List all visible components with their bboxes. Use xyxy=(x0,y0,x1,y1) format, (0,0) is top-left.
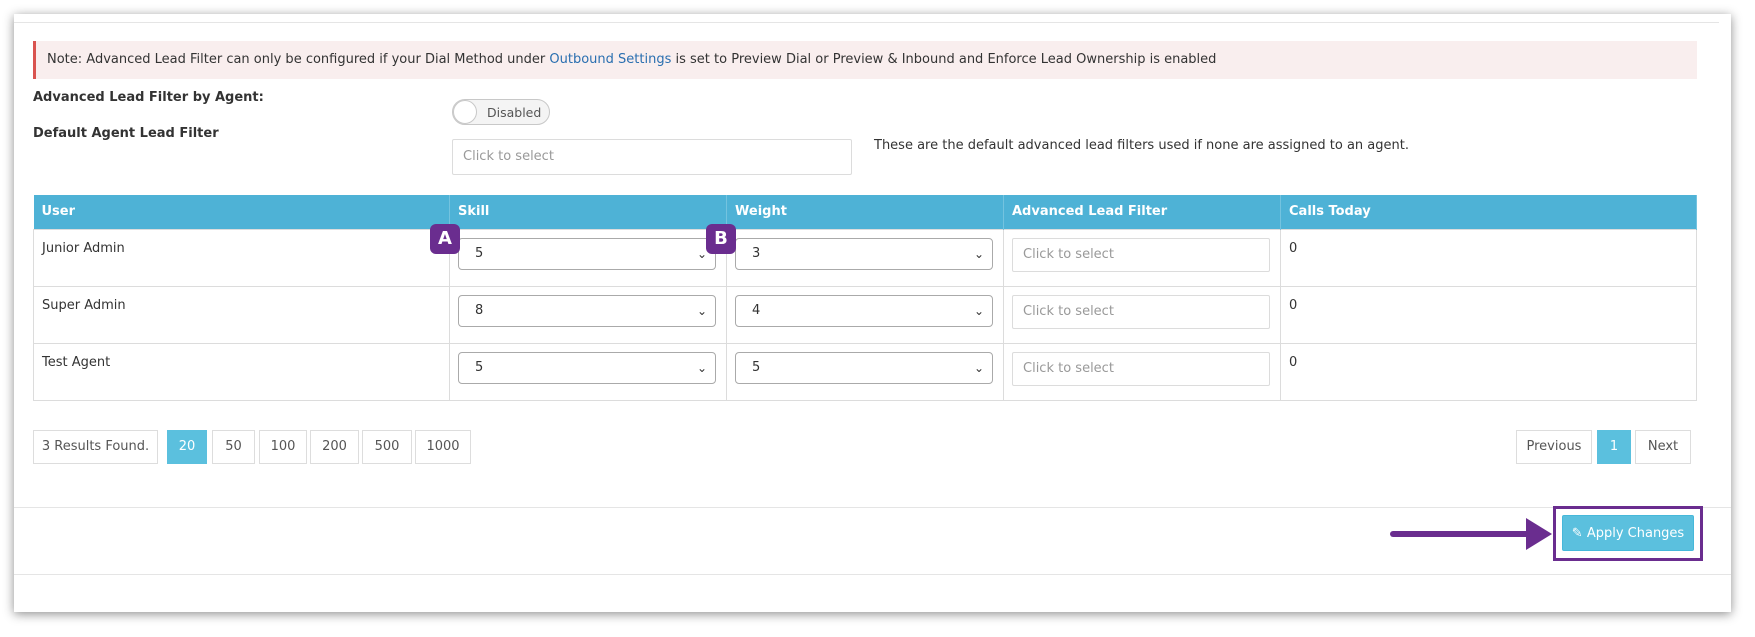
weight-value: 3 xyxy=(752,245,761,261)
note-suffix: is set to Preview Dial or Preview & Inbo… xyxy=(671,52,1217,67)
apply-changes-label: Apply Changes xyxy=(1586,526,1685,541)
lead-filter-picker[interactable]: Click to select xyxy=(1012,351,1270,386)
table-row: Super Admin 8 ⌄ 4 ⌄ Click to select 0 xyxy=(33,285,1697,344)
user-cell: Test Agent xyxy=(33,342,450,401)
weight-select[interactable]: 3 ⌄ xyxy=(735,237,993,270)
calls-today-cell: 0 xyxy=(1280,285,1697,344)
table-header-row: User Skill Weight Advanced Lead Filter C… xyxy=(33,195,1697,229)
weight-value: 5 xyxy=(752,359,761,375)
column-header-weight[interactable]: Weight xyxy=(726,195,1004,229)
user-cell: Junior Admin xyxy=(33,228,450,287)
column-header-calls-today[interactable]: Calls Today xyxy=(1280,195,1697,229)
chevron-down-icon: ⌄ xyxy=(973,303,984,318)
chevron-down-icon: ⌄ xyxy=(696,360,707,375)
weight-value: 4 xyxy=(752,302,761,318)
skill-value: 8 xyxy=(475,302,484,318)
note-prefix: Note: Advanced Lead Filter can only be c… xyxy=(47,52,550,67)
toggle-knob xyxy=(453,100,477,124)
skill-value: 5 xyxy=(475,245,484,261)
toggle-state-text: Disabled xyxy=(487,105,542,120)
table-row: Junior Admin 5 ⌄ 3 ⌄ Click to select 0 xyxy=(33,228,1697,287)
chevron-down-icon: ⌄ xyxy=(696,303,707,318)
annotation-badge-b: B xyxy=(706,224,736,254)
annotation-arrow-head xyxy=(1526,518,1552,550)
column-header-skill[interactable]: Skill xyxy=(449,195,727,229)
current-page-button[interactable]: 1 xyxy=(1597,430,1631,464)
skill-select[interactable]: 5 ⌄ xyxy=(458,237,716,270)
skill-value: 5 xyxy=(475,359,484,375)
page-size-200[interactable]: 200 xyxy=(310,430,359,464)
skill-select[interactable]: 8 ⌄ xyxy=(458,294,716,327)
lead-filter-picker[interactable]: Click to select xyxy=(1012,294,1270,329)
table-row: Test Agent 5 ⌄ 5 ⌄ Click to select 0 xyxy=(33,342,1697,401)
page-size-500[interactable]: 500 xyxy=(362,430,412,464)
weight-select[interactable]: 4 ⌄ xyxy=(735,294,993,327)
default-filter-hint: These are the default advanced lead filt… xyxy=(874,138,1409,153)
chevron-down-icon: ⌄ xyxy=(973,246,984,261)
column-header-user[interactable]: User xyxy=(33,195,450,229)
page-size-20[interactable]: 20 xyxy=(167,430,207,464)
page-size-100[interactable]: 100 xyxy=(259,430,307,464)
previous-page-button[interactable]: Previous xyxy=(1516,430,1592,464)
page-size-1000[interactable]: 1000 xyxy=(415,430,471,464)
weight-select[interactable]: 5 ⌄ xyxy=(735,351,993,384)
user-cell: Super Admin xyxy=(33,285,450,344)
lead-filter-picker[interactable]: Click to select xyxy=(1012,237,1270,272)
footer-divider xyxy=(14,507,1731,508)
calls-today-cell: 0 xyxy=(1280,228,1697,287)
edit-icon: ✎ xyxy=(1571,526,1583,541)
top-divider xyxy=(14,22,1719,23)
note-banner: Note: Advanced Lead Filter can only be c… xyxy=(33,41,1697,79)
user-table: User Skill Weight Advanced Lead Filter C… xyxy=(33,195,1697,401)
apply-highlight-box: ✎ Apply Changes xyxy=(1553,506,1703,561)
default-filter-label: Default Agent Lead Filter xyxy=(33,126,219,141)
apply-changes-button[interactable]: ✎ Apply Changes xyxy=(1562,515,1694,551)
outbound-settings-link[interactable]: Outbound Settings xyxy=(549,52,671,67)
annotation-badge-a: A xyxy=(430,224,460,254)
page-frame: Note: Advanced Lead Filter can only be c… xyxy=(14,14,1731,612)
column-header-advanced-lead-filter[interactable]: Advanced Lead Filter xyxy=(1003,195,1281,229)
next-page-button[interactable]: Next xyxy=(1635,430,1691,464)
results-count: 3 Results Found. xyxy=(33,430,158,464)
chevron-down-icon: ⌄ xyxy=(973,360,984,375)
default-filter-picker[interactable]: Click to select xyxy=(452,139,852,175)
annotation-arrow xyxy=(1390,531,1530,537)
filter-by-agent-toggle[interactable]: Disabled xyxy=(452,99,550,125)
page-size-50[interactable]: 50 xyxy=(212,430,255,464)
filter-by-agent-label: Advanced Lead Filter by Agent: xyxy=(33,90,264,105)
bottom-divider xyxy=(14,574,1731,575)
calls-today-cell: 0 xyxy=(1280,342,1697,401)
skill-select[interactable]: 5 ⌄ xyxy=(458,351,716,384)
